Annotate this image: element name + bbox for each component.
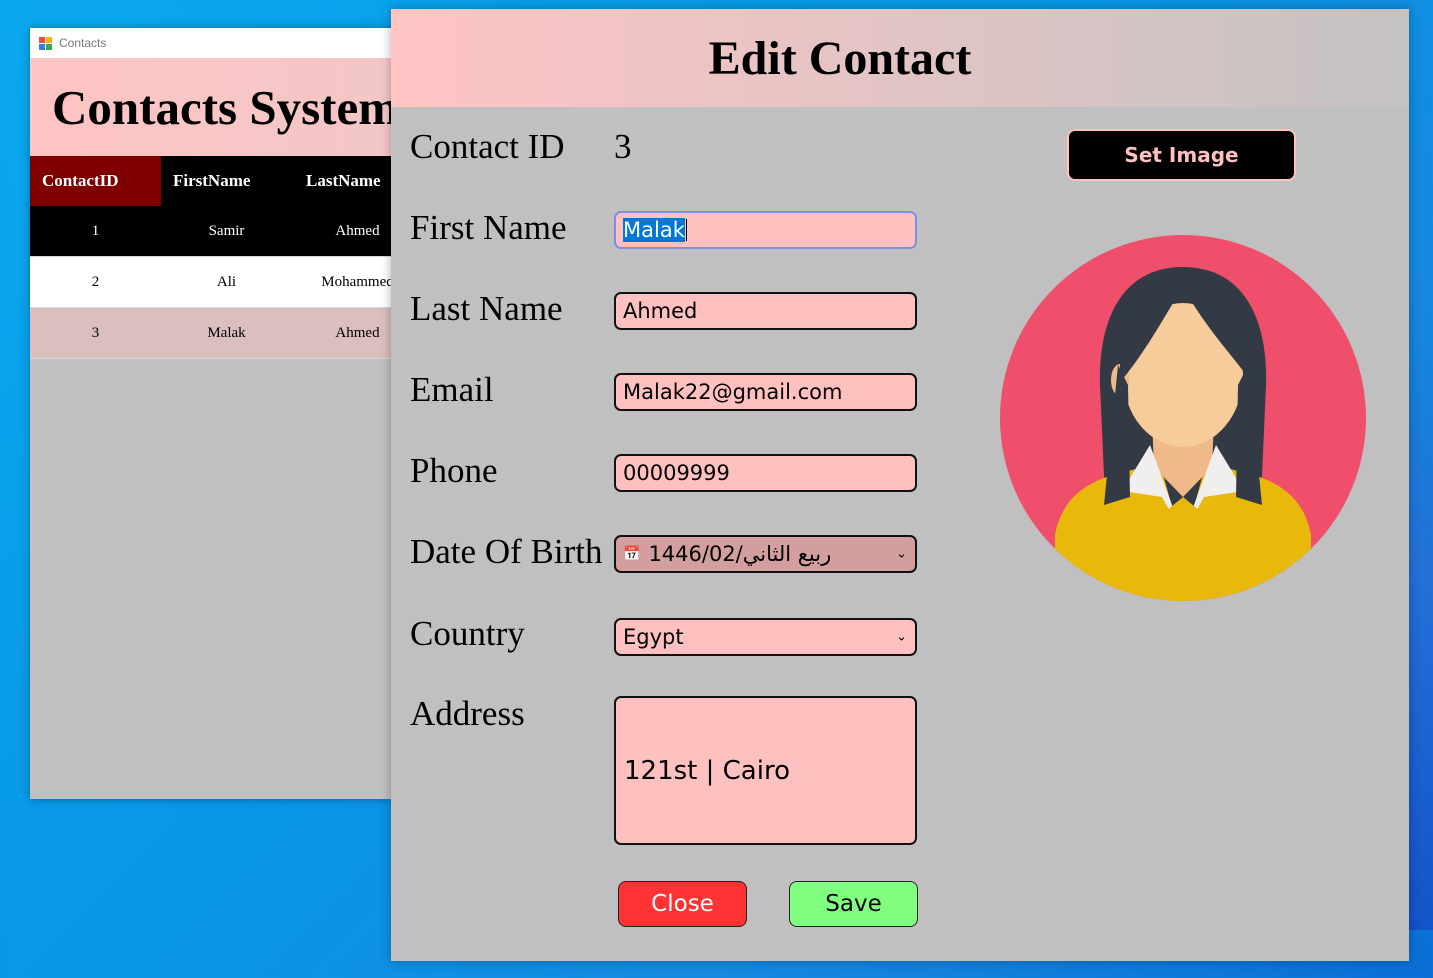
first-name-field[interactable]: Malak — [614, 211, 917, 249]
close-button[interactable]: Close — [618, 881, 747, 927]
dialog-header: Edit Contact — [391, 9, 1409, 107]
chevron-down-icon[interactable]: ⌄ — [896, 547, 907, 562]
chevron-down-icon[interactable]: ⌄ — [896, 630, 907, 645]
contacts-system-title: Contacts System — [52, 79, 392, 135]
last-name-label: Last Name — [410, 289, 563, 328]
window-title: Contacts — [59, 36, 107, 50]
address-textarea[interactable]: 121st | Cairo — [614, 696, 917, 845]
cell-lastname: Ahmed — [335, 222, 380, 239]
phone-label: Phone — [410, 451, 498, 490]
email-label: Email — [410, 370, 494, 409]
calendar-icon[interactable]: 📅 — [623, 546, 640, 562]
dob-date-picker[interactable]: 📅 1446/02/ربيع الثاني ⌄ — [614, 535, 917, 573]
country-label: Country — [410, 614, 525, 653]
dialog-title: Edit Contact — [708, 31, 972, 85]
address-label: Address — [410, 694, 525, 733]
contact-id-value: 3 — [614, 127, 632, 166]
country-select[interactable]: Egypt ⌄ — [614, 618, 917, 656]
last-name-value: Ahmed — [623, 299, 698, 323]
cell-contactid: 2 — [91, 273, 100, 290]
column-header-lastname[interactable]: LastName — [292, 156, 392, 206]
column-header-contactid[interactable]: ContactID — [30, 156, 161, 206]
column-header-firstname[interactable]: FirstName — [161, 156, 292, 206]
contact-id-label: Contact ID — [410, 127, 565, 166]
contacts-grid[interactable]: ContactID FirstName LastName 1 Samir Ahm… — [30, 156, 392, 359]
first-name-label: First Name — [410, 208, 567, 247]
dob-label: Date Of Birth — [410, 532, 603, 571]
dob-value: 1446/02/ربيع الثاني — [648, 542, 832, 566]
cell-firstname: Malak — [207, 324, 246, 341]
first-name-selected-text: Malak — [623, 218, 685, 242]
last-name-field[interactable]: Ahmed — [614, 292, 917, 330]
email-field[interactable]: Malak22@gmail.com — [614, 373, 917, 411]
cell-contactid: 1 — [91, 222, 100, 239]
grid-header-row: ContactID FirstName LastName — [30, 156, 392, 206]
address-value: 121st | Cairo — [624, 755, 790, 786]
cell-lastname: Mohammed — [321, 273, 392, 290]
save-button[interactable]: Save — [789, 881, 918, 927]
contacts-header: Contacts System — [30, 58, 392, 156]
phone-value: 00009999 — [623, 461, 730, 485]
email-value: Malak22@gmail.com — [623, 380, 843, 404]
cell-firstname: Ali — [216, 273, 237, 290]
cell-lastname: Ahmed — [335, 324, 380, 341]
edit-contact-dialog: Edit Contact Contact ID 3 First Name Mal… — [391, 9, 1409, 961]
cell-contactid: 3 — [91, 324, 100, 341]
table-row[interactable]: 1 Samir Ahmed — [30, 206, 392, 257]
table-row[interactable]: 3 Malak Ahmed — [30, 308, 392, 359]
app-icon — [39, 36, 52, 50]
table-row[interactable]: 2 Ali Mohammed — [30, 257, 392, 308]
country-value: Egypt — [623, 625, 684, 649]
phone-field[interactable]: 00009999 — [614, 454, 917, 492]
text-caret — [685, 219, 687, 241]
contact-avatar — [1000, 235, 1366, 601]
cell-firstname: Samir — [208, 222, 245, 239]
set-image-button[interactable]: Set Image — [1067, 129, 1296, 181]
contacts-window: Contacts Contacts System ContactID First… — [30, 28, 392, 799]
contacts-window-titlebar[interactable]: Contacts — [30, 28, 392, 58]
